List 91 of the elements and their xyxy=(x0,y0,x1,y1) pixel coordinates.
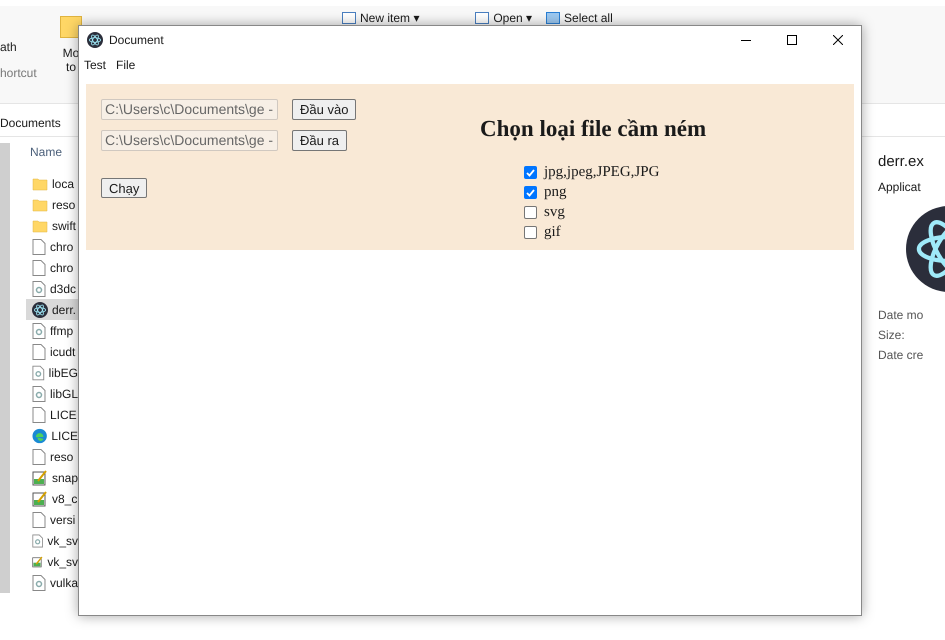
file-icon xyxy=(32,512,46,528)
notepad-icon xyxy=(32,554,44,570)
new-item-button[interactable]: New item ▾ xyxy=(360,12,420,24)
file-name: loca xyxy=(52,176,74,192)
file-name: chro xyxy=(50,260,74,276)
checkbox[interactable] xyxy=(524,206,537,219)
file-name: ffmp xyxy=(50,322,74,340)
folder-icon xyxy=(32,176,48,192)
details-field-label: Date mo xyxy=(878,306,924,324)
browse-button[interactable]: Đầu vào xyxy=(292,98,356,120)
details-title: derr.ex xyxy=(878,152,925,172)
ribbon-label: ath xyxy=(0,39,18,56)
file-row[interactable]: vk_sv xyxy=(26,530,78,551)
breadcrumb-item[interactable]: Documents xyxy=(0,114,61,132)
option-label: jpg,jpeg,JPEG,JPG xyxy=(544,163,660,182)
file-row[interactable]: reso xyxy=(26,194,78,215)
details-field-label: Date cre xyxy=(878,346,924,364)
folder-icon xyxy=(32,218,48,234)
browse-button[interactable]: Đầu ra xyxy=(292,130,348,150)
file-icon xyxy=(32,406,46,422)
menu-item[interactable]: Test xyxy=(84,56,106,74)
atom-app-icon xyxy=(32,302,48,318)
file-name: derr. xyxy=(52,302,76,318)
file-row[interactable]: vulka xyxy=(26,572,78,593)
option-label: gif xyxy=(544,223,561,242)
file-row[interactable]: chro xyxy=(26,236,78,257)
file-row[interactable]: d3dc xyxy=(26,278,78,299)
file-row[interactable]: vk_sv xyxy=(26,551,78,572)
file-icon xyxy=(32,448,46,464)
file-row[interactable]: icudt xyxy=(26,341,78,362)
option-label: png xyxy=(544,183,566,202)
file-row[interactable]: reso xyxy=(26,446,78,467)
file-row[interactable]: libGL xyxy=(26,383,78,404)
file-name: vk_sv xyxy=(47,554,78,570)
heading: Chọn loại file cầm ném xyxy=(480,115,706,143)
file-name: libEG xyxy=(48,364,78,382)
file-row[interactable]: chro xyxy=(26,257,78,278)
menu-item[interactable]: File xyxy=(116,56,136,74)
details-type: Applicat xyxy=(878,178,922,196)
path-field[interactable]: C:\Users\c\Documents\ge - xyxy=(101,98,278,120)
file-name: reso xyxy=(52,196,76,214)
file-row[interactable]: snap xyxy=(26,467,78,488)
run-button[interactable]: Chạy xyxy=(101,178,148,198)
open-button[interactable]: Open ▾ xyxy=(493,12,532,24)
file-row[interactable]: libEG xyxy=(26,362,78,383)
file-row[interactable]: LICE xyxy=(26,425,78,446)
file-row[interactable]: v8_c xyxy=(26,488,78,509)
file-row[interactable]: ffmp xyxy=(26,320,78,341)
details-field-label: Size: xyxy=(878,326,906,344)
file-icon xyxy=(32,260,46,276)
notepad-icon xyxy=(32,490,48,506)
file-row[interactable]: swift xyxy=(26,215,78,236)
path-field[interactable]: C:\Users\c\Documents\ge - xyxy=(101,130,278,150)
file-name: v8_c xyxy=(52,490,78,508)
notepad-icon xyxy=(32,470,48,486)
app-icon xyxy=(87,32,103,48)
close-icon xyxy=(833,35,843,45)
folder-icon xyxy=(32,196,48,212)
maximize-icon xyxy=(787,35,797,45)
file-row[interactable]: LICE xyxy=(26,404,78,425)
file-name: reso xyxy=(50,448,74,466)
column-header[interactable]: Name xyxy=(26,137,78,167)
checkbox[interactable] xyxy=(524,186,537,199)
check-icon xyxy=(526,188,535,196)
option-label: svg xyxy=(544,203,565,222)
file-name: libGL xyxy=(50,386,78,402)
file-name: icudt xyxy=(50,344,76,360)
file-name: LICE xyxy=(51,428,78,444)
file-name: LICE xyxy=(50,406,77,424)
file-name: snap xyxy=(52,470,78,486)
browser-icon xyxy=(32,428,48,444)
file-name: d3dc xyxy=(50,280,76,298)
select-all-icon xyxy=(546,12,560,24)
file-name: versi xyxy=(50,512,76,528)
scrollbar[interactable] xyxy=(0,143,10,593)
checkbox[interactable] xyxy=(524,226,537,239)
file-name: vk_sv xyxy=(47,532,78,550)
file-name: swift xyxy=(52,218,76,234)
file-icon xyxy=(32,344,46,360)
window-title: Document xyxy=(109,32,164,49)
file-row[interactable]: derr. xyxy=(26,299,78,320)
file-icon xyxy=(32,238,46,254)
file-name: chro xyxy=(50,238,74,256)
file-row[interactable]: versi xyxy=(26,509,78,530)
file-name: vulka xyxy=(50,574,78,592)
check-icon xyxy=(526,168,535,176)
select-all-button[interactable]: Select all xyxy=(564,12,613,24)
file-row[interactable]: loca xyxy=(26,173,78,194)
ribbon-label: hortcut xyxy=(0,65,38,82)
checkbox[interactable] xyxy=(524,166,537,179)
ribbon-label: to xyxy=(66,60,76,74)
